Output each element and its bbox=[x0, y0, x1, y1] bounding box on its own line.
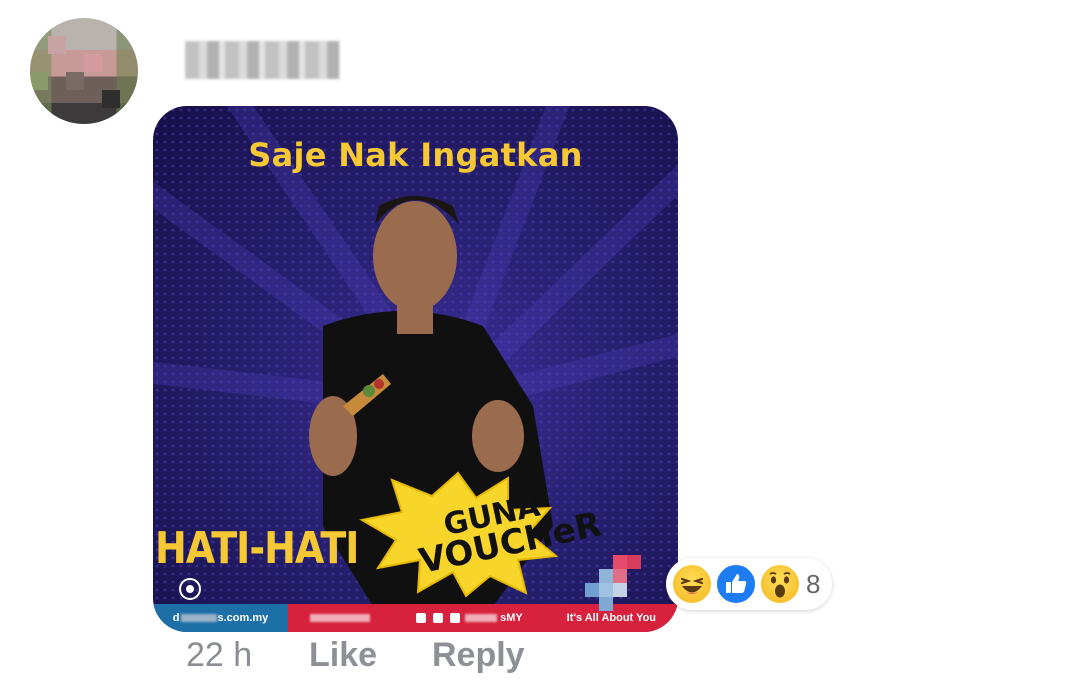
footer-site-prefix: d bbox=[172, 612, 180, 624]
reaction-count: 8 bbox=[806, 569, 821, 599]
haha-icon bbox=[670, 562, 714, 606]
reply-button[interactable]: Reply bbox=[432, 636, 525, 675]
comment-timestamp[interactable]: 22 h bbox=[186, 636, 252, 675]
facebook-icon bbox=[415, 613, 426, 624]
warning-text: HATI-HATI bbox=[155, 522, 359, 574]
brand-logo-icon bbox=[179, 578, 201, 600]
like-button[interactable]: Like bbox=[309, 636, 377, 675]
author-name[interactable] bbox=[185, 41, 340, 79]
footer-social-group: sMY bbox=[414, 612, 523, 624]
twitter-icon bbox=[449, 613, 460, 624]
blurred-text bbox=[309, 614, 370, 622]
reactions-summary[interactable]: 8 bbox=[666, 558, 832, 610]
instagram-icon bbox=[432, 613, 443, 624]
avatar-pixel bbox=[48, 36, 66, 54]
footer-social-handle: sMY bbox=[500, 612, 523, 624]
wow-icon bbox=[758, 562, 802, 606]
avatar-pixel bbox=[30, 72, 48, 90]
like-icon bbox=[714, 562, 758, 606]
avatar[interactable] bbox=[30, 18, 138, 124]
avatar-pixel bbox=[66, 72, 84, 90]
footer-site: s.com.my bbox=[217, 612, 269, 624]
blurred-text bbox=[181, 614, 218, 622]
avatar-pixel bbox=[102, 90, 120, 108]
blurred-text bbox=[465, 614, 498, 623]
pixelated-sticker bbox=[585, 555, 655, 617]
comment-image[interactable]: Saje Nak Ingatkan GUNA VOUCHeR HATI-HATI… bbox=[153, 106, 678, 632]
footer-site-segment: d s.com.my bbox=[153, 604, 288, 632]
avatar-pixel bbox=[84, 54, 102, 72]
post-headline: Saje Nak Ingatkan bbox=[248, 136, 583, 174]
